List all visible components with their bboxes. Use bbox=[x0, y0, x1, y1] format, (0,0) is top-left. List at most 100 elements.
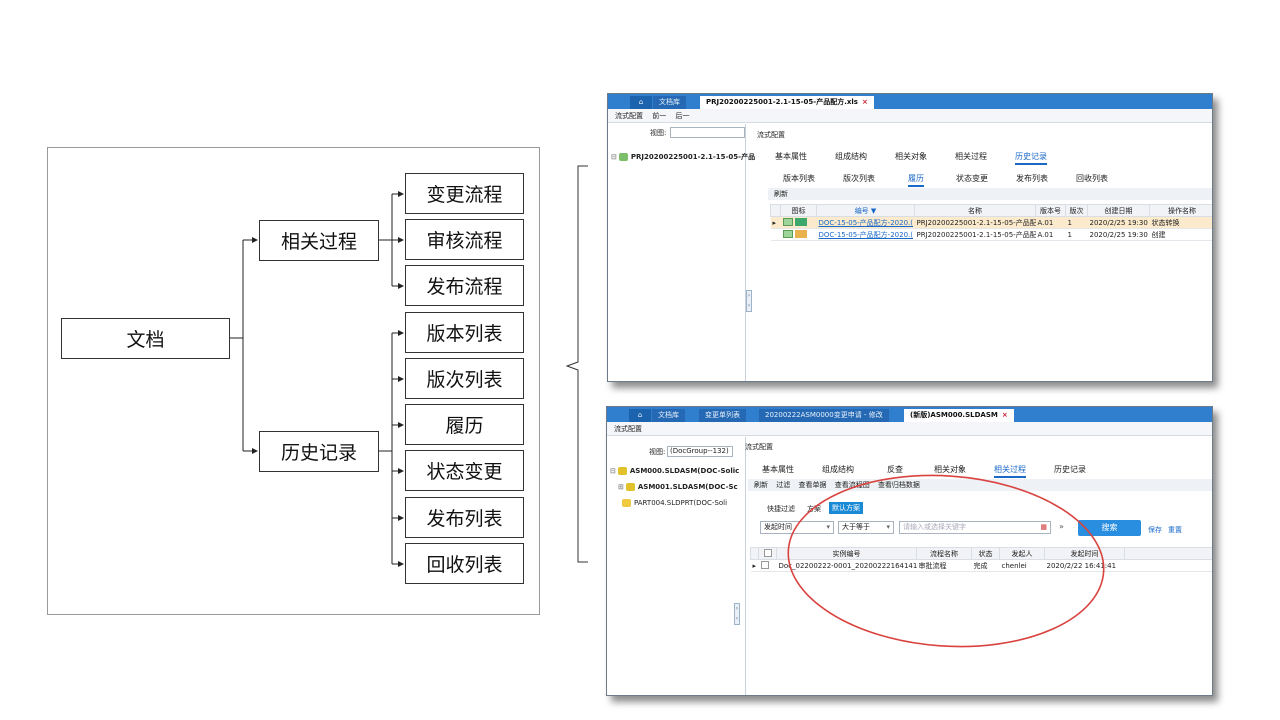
grid-header: 图标 编号 ▼ 名称 版本号 版次 创建日期 操作名称 bbox=[770, 204, 1212, 217]
filter-operator-select[interactable]: 大于等于 ▾ bbox=[838, 521, 894, 534]
tab-doc-library[interactable]: 文档库 bbox=[652, 409, 685, 422]
row-operation: 状态转换 bbox=[1149, 216, 1212, 229]
chevron-down-icon: ▾ bbox=[826, 523, 830, 531]
tree-item-asm001[interactable]: ⊞ ASM001.SLDASM(DOC-Sc bbox=[618, 483, 738, 491]
filter-button[interactable]: 过滤 bbox=[776, 481, 790, 489]
table-row[interactable]: ▸ Doc_02200222-0001_20200222164141 审批流程 … bbox=[750, 559, 1212, 572]
tab-history[interactable]: 历史记录 bbox=[1054, 464, 1086, 475]
collapse-handle[interactable]: › ‹ bbox=[734, 603, 740, 625]
node-change-flow: 变更流程 bbox=[405, 173, 524, 214]
subtab-resume[interactable]: 履历 bbox=[908, 173, 924, 187]
row-version: A.01 bbox=[1035, 216, 1066, 229]
tab-history[interactable]: 历史记录 bbox=[1015, 151, 1047, 165]
close-icon[interactable]: × bbox=[1002, 411, 1008, 419]
menu-flow-config[interactable]: 流式配置 bbox=[614, 425, 642, 433]
refresh-button[interactable]: 刷新 bbox=[774, 190, 788, 198]
menu-flow-config[interactable]: 流式配置 bbox=[615, 112, 643, 120]
view-form-button[interactable]: 查看单据 bbox=[798, 481, 826, 489]
tab-active-document[interactable]: PRJ20200225001-2.1-15-05-产品配方.xls × bbox=[700, 96, 874, 109]
tab-related-process[interactable]: 相关过程 bbox=[955, 151, 987, 162]
tab-basic-attributes[interactable]: 基本属性 bbox=[775, 151, 807, 162]
subtab-recycle-list[interactable]: 回收列表 bbox=[1076, 173, 1108, 184]
col-checkbox[interactable] bbox=[758, 547, 777, 560]
col-initiator[interactable]: 发起人 bbox=[999, 547, 1045, 560]
checkbox-icon[interactable] bbox=[760, 560, 769, 569]
home-icon[interactable]: ⌂ bbox=[630, 96, 652, 109]
node-branch-history: 历史记录 bbox=[259, 431, 379, 472]
filter-quick[interactable]: 快捷过滤 bbox=[767, 504, 795, 514]
tab-related-objects[interactable]: 相关对象 bbox=[934, 464, 966, 475]
tab-reverse-lookup[interactable]: 反查 bbox=[887, 464, 903, 475]
screenshot-history: ⌂ 文档库 PRJ20200225001-2.1-15-05-产品配方.xls ×… bbox=[607, 93, 1213, 382]
row-start-time: 2020/2/22 16:41:41 bbox=[1044, 559, 1125, 572]
expand-filter-icon[interactable]: » bbox=[1059, 522, 1064, 531]
assembly-icon bbox=[625, 483, 635, 491]
tab-change-request[interactable]: 20200222ASM0000变更申请 - 修改 bbox=[759, 409, 889, 422]
tab-active-asm[interactable]: (新版)ASM000.SLDASM × bbox=[904, 409, 1014, 422]
view-input[interactable] bbox=[670, 127, 745, 138]
sub-tabs: 版本列表 版次列表 履历 状态变更 发布列表 回收列表 bbox=[608, 170, 1212, 187]
row-checkbox[interactable] bbox=[758, 559, 777, 572]
col-status[interactable]: 状态 bbox=[971, 547, 1000, 560]
row-number-link[interactable]: DOC-15-05-产品配方-2020.( bbox=[816, 216, 915, 229]
history-grid: 图标 编号 ▼ 名称 版本号 版次 创建日期 操作名称 ▸ DOC-15-05-… bbox=[770, 204, 1212, 241]
subtab-version-list[interactable]: 版本列表 bbox=[783, 173, 815, 184]
menu-bar: 流式配置 bbox=[607, 422, 1212, 436]
tab-related-objects[interactable]: 相关对象 bbox=[895, 151, 927, 162]
calendar-icon[interactable]: ▦ bbox=[1040, 522, 1047, 533]
search-button[interactable]: 搜索 bbox=[1078, 520, 1141, 536]
col-created[interactable]: 创建日期 bbox=[1087, 204, 1150, 217]
tab-change-list[interactable]: 变更单列表 bbox=[699, 409, 746, 422]
table-row[interactable]: ▸ DOC-15-05-产品配方-2020.( PRJ20200225001-2… bbox=[770, 216, 1212, 229]
view-input[interactable]: (DocGroup--132) bbox=[667, 446, 733, 457]
row-process-name: 审批流程 bbox=[916, 559, 972, 572]
menu-next[interactable]: 后一 bbox=[675, 112, 689, 120]
excel-icon bbox=[794, 217, 807, 226]
subtab-status-change[interactable]: 状态变更 bbox=[956, 173, 988, 184]
tab-structure[interactable]: 组成结构 bbox=[835, 151, 867, 162]
tab-related-process[interactable]: 相关过程 bbox=[994, 464, 1026, 478]
close-icon[interactable]: × bbox=[862, 98, 868, 106]
row-marker: ▸ bbox=[750, 559, 759, 572]
tab-basic-attributes[interactable]: 基本属性 bbox=[762, 464, 794, 475]
refresh-button[interactable]: 刷新 bbox=[754, 481, 768, 489]
col-operation[interactable]: 操作名称 bbox=[1149, 204, 1212, 217]
col-name[interactable]: 名称 bbox=[914, 204, 1036, 217]
tab-doc-library[interactable]: 文档库 bbox=[653, 96, 686, 109]
document-icon bbox=[782, 229, 793, 238]
menu-prev[interactable]: 前一 bbox=[652, 112, 666, 120]
row-marker: ▸ bbox=[770, 216, 781, 229]
grid-toolbar: 刷新 过滤 查看单据 查看流程图 查看归档数据 bbox=[748, 479, 1212, 491]
filter-keyword-input[interactable]: 请输入或选择关键字 ▦ bbox=[899, 521, 1051, 534]
checkbox-icon[interactable] bbox=[763, 548, 772, 557]
col-icon[interactable]: 图标 bbox=[780, 204, 817, 217]
view-archive-button[interactable]: 查看归档数据 bbox=[878, 481, 920, 489]
collapse-handle[interactable]: › ‹ bbox=[746, 290, 752, 312]
filter-scheme[interactable]: 方案 bbox=[807, 504, 821, 514]
view-label: 视图: bbox=[649, 448, 666, 456]
table-row[interactable]: DOC-15-05-产品配方-2020.( PRJ20200225001-2.1… bbox=[770, 228, 1212, 241]
col-revision[interactable]: 版次 bbox=[1065, 204, 1088, 217]
row-number-link[interactable]: DOC-15-05-产品配方-2020.( bbox=[816, 228, 915, 241]
filter-tabs: 快捷过滤 方案 默认方案 bbox=[607, 501, 1212, 517]
col-spacer bbox=[1124, 547, 1212, 560]
filter-default-scheme[interactable]: 默认方案 bbox=[829, 502, 863, 514]
col-start-time[interactable]: 发起时间 bbox=[1044, 547, 1125, 560]
subtab-release-list[interactable]: 发布列表 bbox=[1016, 173, 1048, 184]
col-process-name[interactable]: 流程名称 bbox=[916, 547, 972, 560]
view-flowchart-button[interactable]: 查看流程图 bbox=[835, 481, 870, 489]
reset-link[interactable]: 重置 bbox=[1168, 525, 1182, 535]
tab-structure[interactable]: 组成结构 bbox=[822, 464, 854, 475]
filter-field-select[interactable]: 发起时间 ▾ bbox=[760, 521, 834, 534]
save-link[interactable]: 保存 bbox=[1148, 525, 1162, 535]
row-marker bbox=[770, 228, 781, 241]
title-bar: ⌂ 文档库 变更单列表 20200222ASM0000变更申请 - 修改 (新版… bbox=[607, 407, 1212, 422]
expand-icon[interactable]: ⊞ bbox=[618, 483, 624, 491]
col-number[interactable]: 编号 ▼ bbox=[816, 204, 915, 217]
subtab-revision-list[interactable]: 版次列表 bbox=[843, 173, 875, 184]
home-icon[interactable]: ⌂ bbox=[629, 409, 651, 422]
col-version[interactable]: 版本号 bbox=[1035, 204, 1066, 217]
col-instance-number[interactable]: 实例编号 bbox=[776, 547, 917, 560]
col-marker bbox=[770, 204, 781, 217]
view-label: 视图: bbox=[650, 129, 667, 137]
